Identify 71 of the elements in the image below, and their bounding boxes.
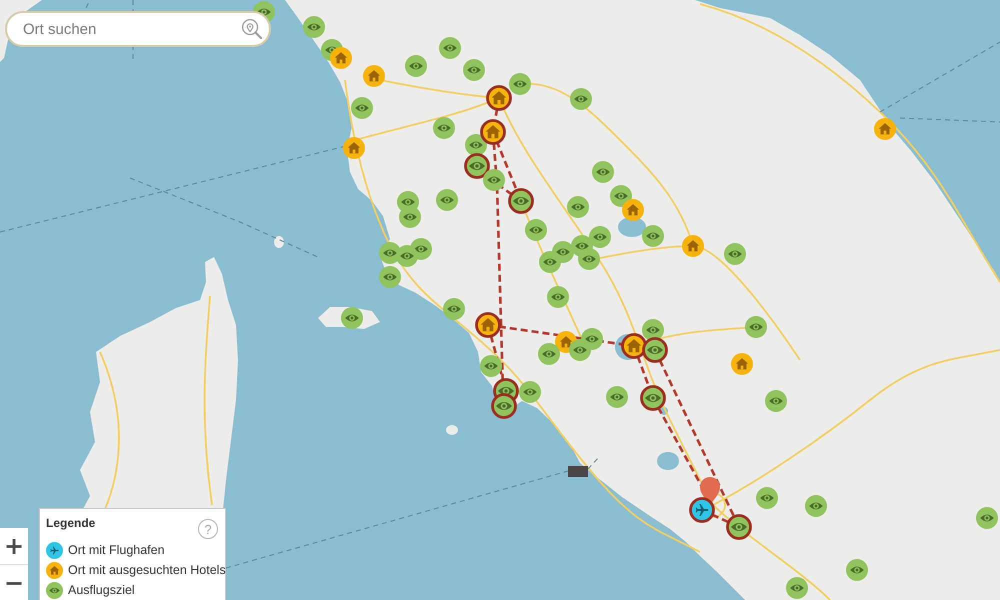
lake — [618, 217, 646, 237]
eye-marker-icon[interactable] — [480, 355, 502, 377]
eye-marker-icon[interactable] — [569, 339, 591, 361]
zoom-out-button[interactable]: − — [0, 564, 28, 600]
house-marker-icon[interactable] — [874, 118, 896, 140]
house-marker-icon[interactable] — [363, 65, 385, 87]
eye-marker-icon[interactable] — [786, 577, 808, 599]
legend-label: Ausflugsziel — [68, 583, 135, 597]
eye-marker-icon[interactable] — [436, 189, 458, 211]
eye-marker-icon[interactable] — [405, 55, 427, 77]
house-marker-icon[interactable] — [486, 85, 512, 111]
eye-marker-icon[interactable] — [592, 161, 614, 183]
eye-marker-icon[interactable] — [805, 495, 827, 517]
plane-icon — [46, 542, 63, 558]
ferry-route — [588, 456, 600, 470]
lake — [660, 407, 668, 415]
eye-marker-icon[interactable] — [463, 59, 485, 81]
eye-marker-icon[interactable] — [745, 316, 767, 338]
eye-marker-icon[interactable] — [578, 248, 600, 270]
island — [274, 236, 284, 248]
eye-marker-icon[interactable] — [379, 266, 401, 288]
eye-marker-icon[interactable] — [525, 219, 547, 241]
eye-marker-icon[interactable] — [509, 73, 531, 95]
eye-marker-icon[interactable] — [724, 243, 746, 265]
house-marker-icon[interactable] — [343, 137, 365, 159]
map-sign-icon — [568, 466, 588, 477]
search-icon[interactable] — [241, 18, 262, 39]
eye-marker-icon[interactable] — [640, 385, 666, 411]
eye-marker-icon[interactable] — [399, 206, 421, 228]
house-marker-icon[interactable] — [731, 353, 753, 375]
legend-label: Ort mit Flughafen — [68, 543, 165, 557]
island — [446, 425, 458, 435]
search-field[interactable]: Ort suchen — [5, 11, 271, 47]
eye-marker-icon[interactable] — [846, 559, 868, 581]
eye-marker-icon[interactable] — [642, 225, 664, 247]
eye-marker-icon[interactable] — [341, 307, 363, 329]
eye-marker-icon[interactable] — [976, 507, 998, 529]
eye-marker-icon[interactable] — [396, 245, 418, 267]
house-icon — [46, 562, 63, 578]
house-marker-icon[interactable] — [622, 199, 644, 221]
eye-marker-icon[interactable] — [351, 97, 373, 119]
eye-marker-icon[interactable] — [491, 393, 517, 419]
house-marker-icon[interactable] — [480, 119, 506, 145]
house-marker-icon[interactable] — [475, 312, 501, 338]
eye-marker-icon[interactable] — [589, 226, 611, 248]
eye-marker-icon[interactable] — [483, 169, 505, 191]
legend-title: Legende — [46, 516, 96, 530]
eye-marker-icon[interactable] — [726, 514, 752, 540]
eye-marker-icon[interactable] — [439, 37, 461, 59]
eye-marker-icon[interactable] — [642, 337, 668, 363]
plane-marker-icon[interactable] — [689, 497, 715, 523]
eye-icon — [46, 582, 63, 598]
house-marker-icon[interactable] — [330, 47, 352, 69]
eye-marker-icon[interactable] — [765, 390, 787, 412]
eye-marker-icon[interactable] — [570, 88, 592, 110]
eye-marker-icon[interactable] — [567, 196, 589, 218]
eye-marker-icon[interactable] — [303, 16, 325, 38]
house-marker-icon[interactable] — [682, 235, 704, 257]
eye-marker-icon[interactable] — [443, 298, 465, 320]
eye-marker-icon[interactable] — [519, 381, 541, 403]
eye-marker-icon[interactable] — [756, 487, 778, 509]
lake — [657, 452, 679, 470]
zoom-in-button[interactable]: + — [0, 528, 28, 564]
legend-label: Ort mit ausgesuchten Hotels — [68, 563, 226, 577]
location-pin-icon[interactable] — [700, 477, 720, 505]
eye-marker-icon[interactable] — [539, 251, 561, 273]
eye-marker-icon[interactable] — [606, 386, 628, 408]
eye-marker-icon[interactable] — [433, 117, 455, 139]
eye-marker-icon[interactable] — [508, 188, 534, 214]
eye-marker-icon[interactable] — [538, 343, 560, 365]
eye-marker-icon[interactable] — [547, 286, 569, 308]
